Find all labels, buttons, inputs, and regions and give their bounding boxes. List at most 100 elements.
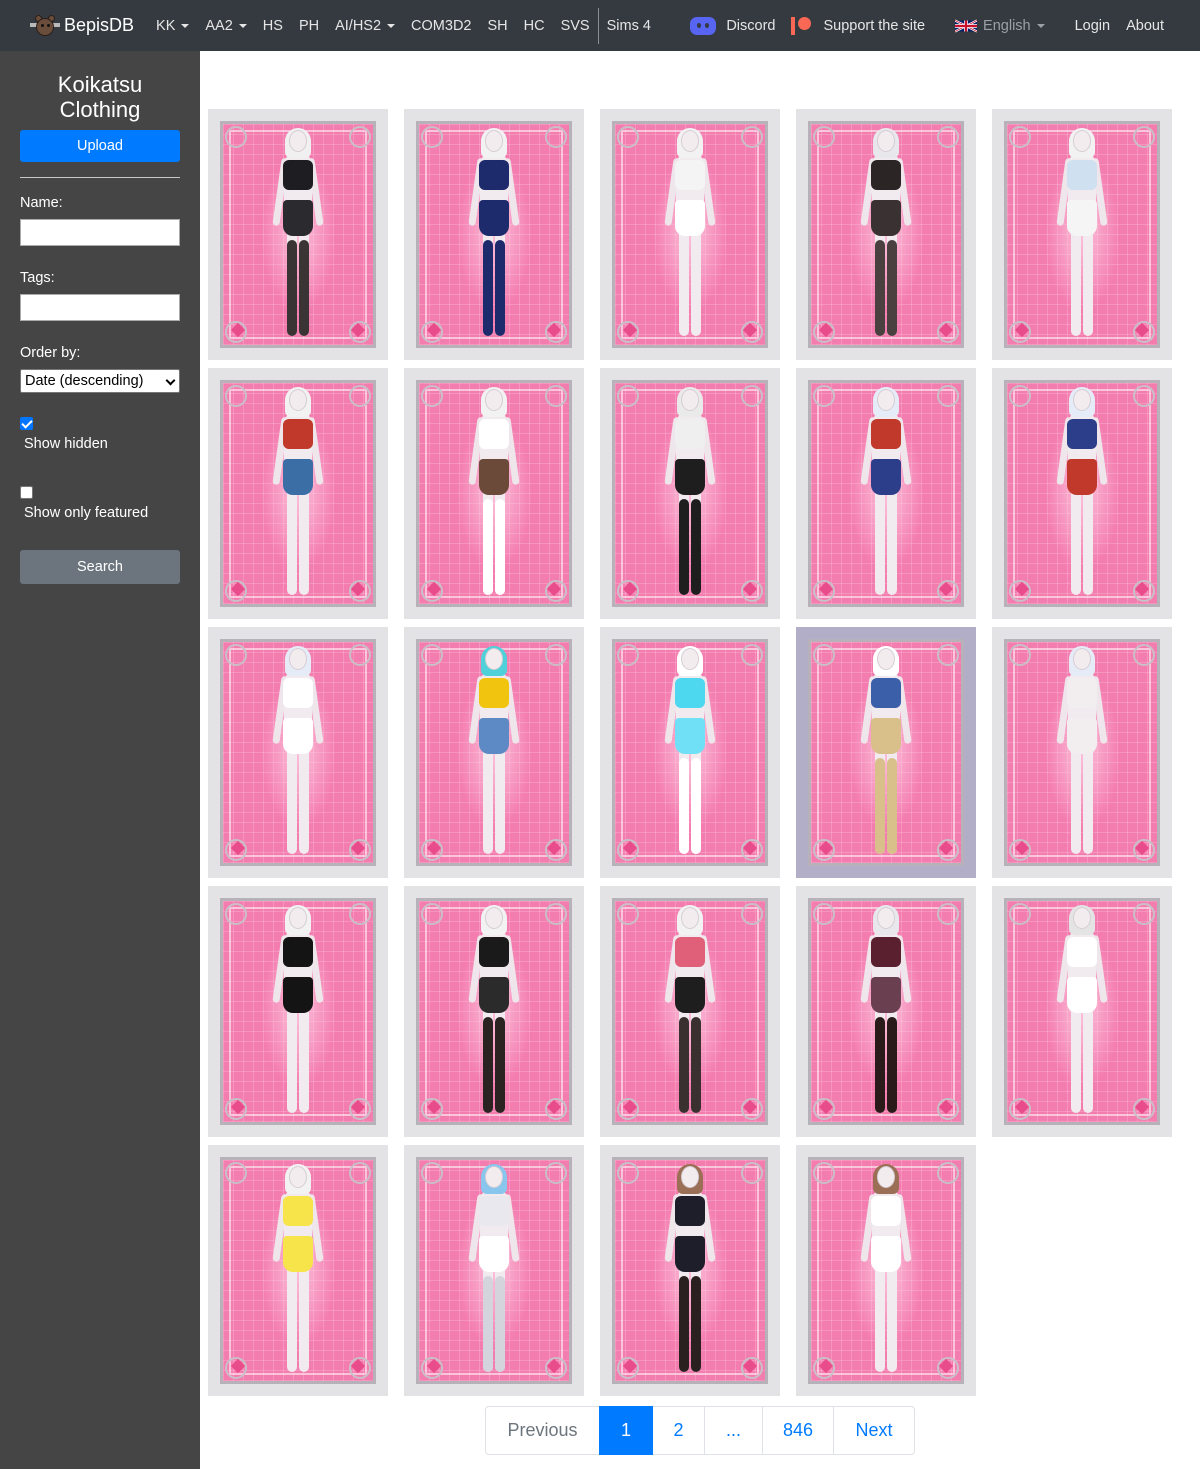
- card-thumbnail: [612, 898, 768, 1125]
- card-thumbnail: [808, 639, 964, 866]
- ornament-icon: [545, 126, 567, 148]
- top-navbar: BepisDB KK AA2 HS PH AI/HS2 COM3D2 SH HC…: [0, 0, 1200, 51]
- card-thumbnail: [220, 639, 376, 866]
- clothing-card[interactable]: [208, 627, 388, 878]
- clothing-card[interactable]: [404, 627, 584, 878]
- brand-link[interactable]: BepisDB: [30, 14, 135, 37]
- chevron-down-icon: [165, 375, 176, 386]
- clothing-card[interactable]: [796, 368, 976, 619]
- ornament-icon: [813, 644, 835, 666]
- clothing-card[interactable]: [796, 109, 976, 360]
- clothing-card[interactable]: [796, 627, 976, 878]
- clothing-card[interactable]: [600, 368, 780, 619]
- character-figure: [660, 1164, 720, 1378]
- clothing-card[interactable]: [600, 1145, 780, 1396]
- card-thumbnail: [220, 1157, 376, 1384]
- character-figure: [268, 646, 328, 860]
- nav-sh[interactable]: SH: [479, 0, 515, 51]
- clothing-card[interactable]: [992, 368, 1172, 619]
- clothing-card[interactable]: [600, 886, 780, 1137]
- show-only-featured-checkbox[interactable]: [20, 486, 33, 499]
- pagination-page-1[interactable]: 1: [599, 1406, 653, 1455]
- ornament-icon: [1009, 644, 1031, 666]
- clothing-card[interactable]: [600, 109, 780, 360]
- ornament-icon: [617, 644, 639, 666]
- character-figure: [464, 646, 524, 860]
- pagination-ellipsis[interactable]: ...: [704, 1406, 763, 1455]
- clothing-card[interactable]: [208, 1145, 388, 1396]
- brand-name: BepisDB: [64, 15, 135, 35]
- character-figure: [464, 128, 524, 342]
- ornament-icon: [741, 385, 763, 407]
- clothing-card[interactable]: [208, 109, 388, 360]
- clothing-card[interactable]: [796, 1145, 976, 1396]
- ornament-icon: [349, 903, 371, 925]
- clothing-card[interactable]: [796, 886, 976, 1137]
- pagination-next[interactable]: Next: [833, 1406, 915, 1455]
- character-figure: [660, 387, 720, 601]
- clothing-card[interactable]: [208, 368, 388, 619]
- card-thumbnail: [416, 1157, 572, 1384]
- nav-aa2[interactable]: AA2: [197, 0, 254, 51]
- about-link[interactable]: About: [1118, 0, 1172, 51]
- tags-input[interactable]: [20, 294, 180, 321]
- ornament-icon: [349, 126, 371, 148]
- nav-kk[interactable]: KK: [148, 0, 197, 51]
- clothing-card[interactable]: [992, 886, 1172, 1137]
- upload-button[interactable]: Upload: [20, 130, 180, 162]
- card-thumbnail: [808, 898, 964, 1125]
- discord-link[interactable]: Discord: [682, 0, 783, 51]
- clothing-card[interactable]: [404, 1145, 584, 1396]
- ornament-icon: [741, 644, 763, 666]
- login-link[interactable]: Login: [1067, 0, 1118, 51]
- clothing-card[interactable]: [992, 627, 1172, 878]
- character-figure: [268, 387, 328, 601]
- ornament-icon: [937, 644, 959, 666]
- card-thumbnail: [808, 1157, 964, 1384]
- clothing-card[interactable]: [600, 627, 780, 878]
- clothing-card[interactable]: [208, 886, 388, 1137]
- ornament-icon: [225, 903, 247, 925]
- nav-ph[interactable]: PH: [291, 0, 327, 51]
- page-title: Koikatsu Clothing: [57, 72, 143, 122]
- ornament-icon: [937, 126, 959, 148]
- pagination-page-846[interactable]: 846: [762, 1406, 834, 1455]
- character-figure: [856, 646, 916, 860]
- ornament-icon: [813, 1162, 835, 1184]
- nav-sims4[interactable]: Sims 4: [599, 0, 659, 51]
- ornament-icon: [741, 903, 763, 925]
- pagination-previous[interactable]: Previous: [485, 1406, 600, 1455]
- filter-sidebar: Koikatsu Clothing Upload Name: Tags: Ord…: [0, 51, 200, 1469]
- name-input[interactable]: [20, 219, 180, 246]
- nav-svs[interactable]: SVS: [553, 0, 598, 51]
- order-by-label: Order by:: [20, 345, 81, 361]
- clothing-card[interactable]: [992, 109, 1172, 360]
- search-button[interactable]: Search: [20, 550, 180, 584]
- clothing-card[interactable]: [404, 109, 584, 360]
- card-thumbnail: [808, 380, 964, 607]
- nav-ai-hs2[interactable]: AI/HS2: [327, 0, 403, 51]
- ornament-icon: [1133, 126, 1155, 148]
- chevron-down-icon: [238, 24, 247, 28]
- tags-label: Tags:: [20, 270, 55, 286]
- show-hidden-checkbox[interactable]: [20, 417, 33, 430]
- clothing-card[interactable]: [404, 368, 584, 619]
- card-thumbnail: [612, 380, 768, 607]
- ornament-icon: [421, 1162, 443, 1184]
- nav-hs[interactable]: HS: [255, 0, 291, 51]
- nav-com3d2[interactable]: COM3D2: [403, 0, 479, 51]
- character-figure: [856, 128, 916, 342]
- order-by-select[interactable]: Date (descending): [20, 369, 180, 393]
- name-label: Name:: [20, 195, 63, 211]
- ornament-icon: [349, 385, 371, 407]
- pagination-page-2[interactable]: 2: [652, 1406, 705, 1455]
- character-figure: [660, 646, 720, 860]
- support-link[interactable]: Support the site: [783, 0, 933, 51]
- nav-hc[interactable]: HC: [516, 0, 553, 51]
- clothing-card[interactable]: [404, 886, 584, 1137]
- ornament-icon: [545, 903, 567, 925]
- language-dropdown[interactable]: English: [955, 18, 1045, 34]
- character-figure: [464, 1164, 524, 1378]
- pagination: Previous 1 2 ... 846 Next: [485, 1406, 915, 1455]
- card-thumbnail: [612, 1157, 768, 1384]
